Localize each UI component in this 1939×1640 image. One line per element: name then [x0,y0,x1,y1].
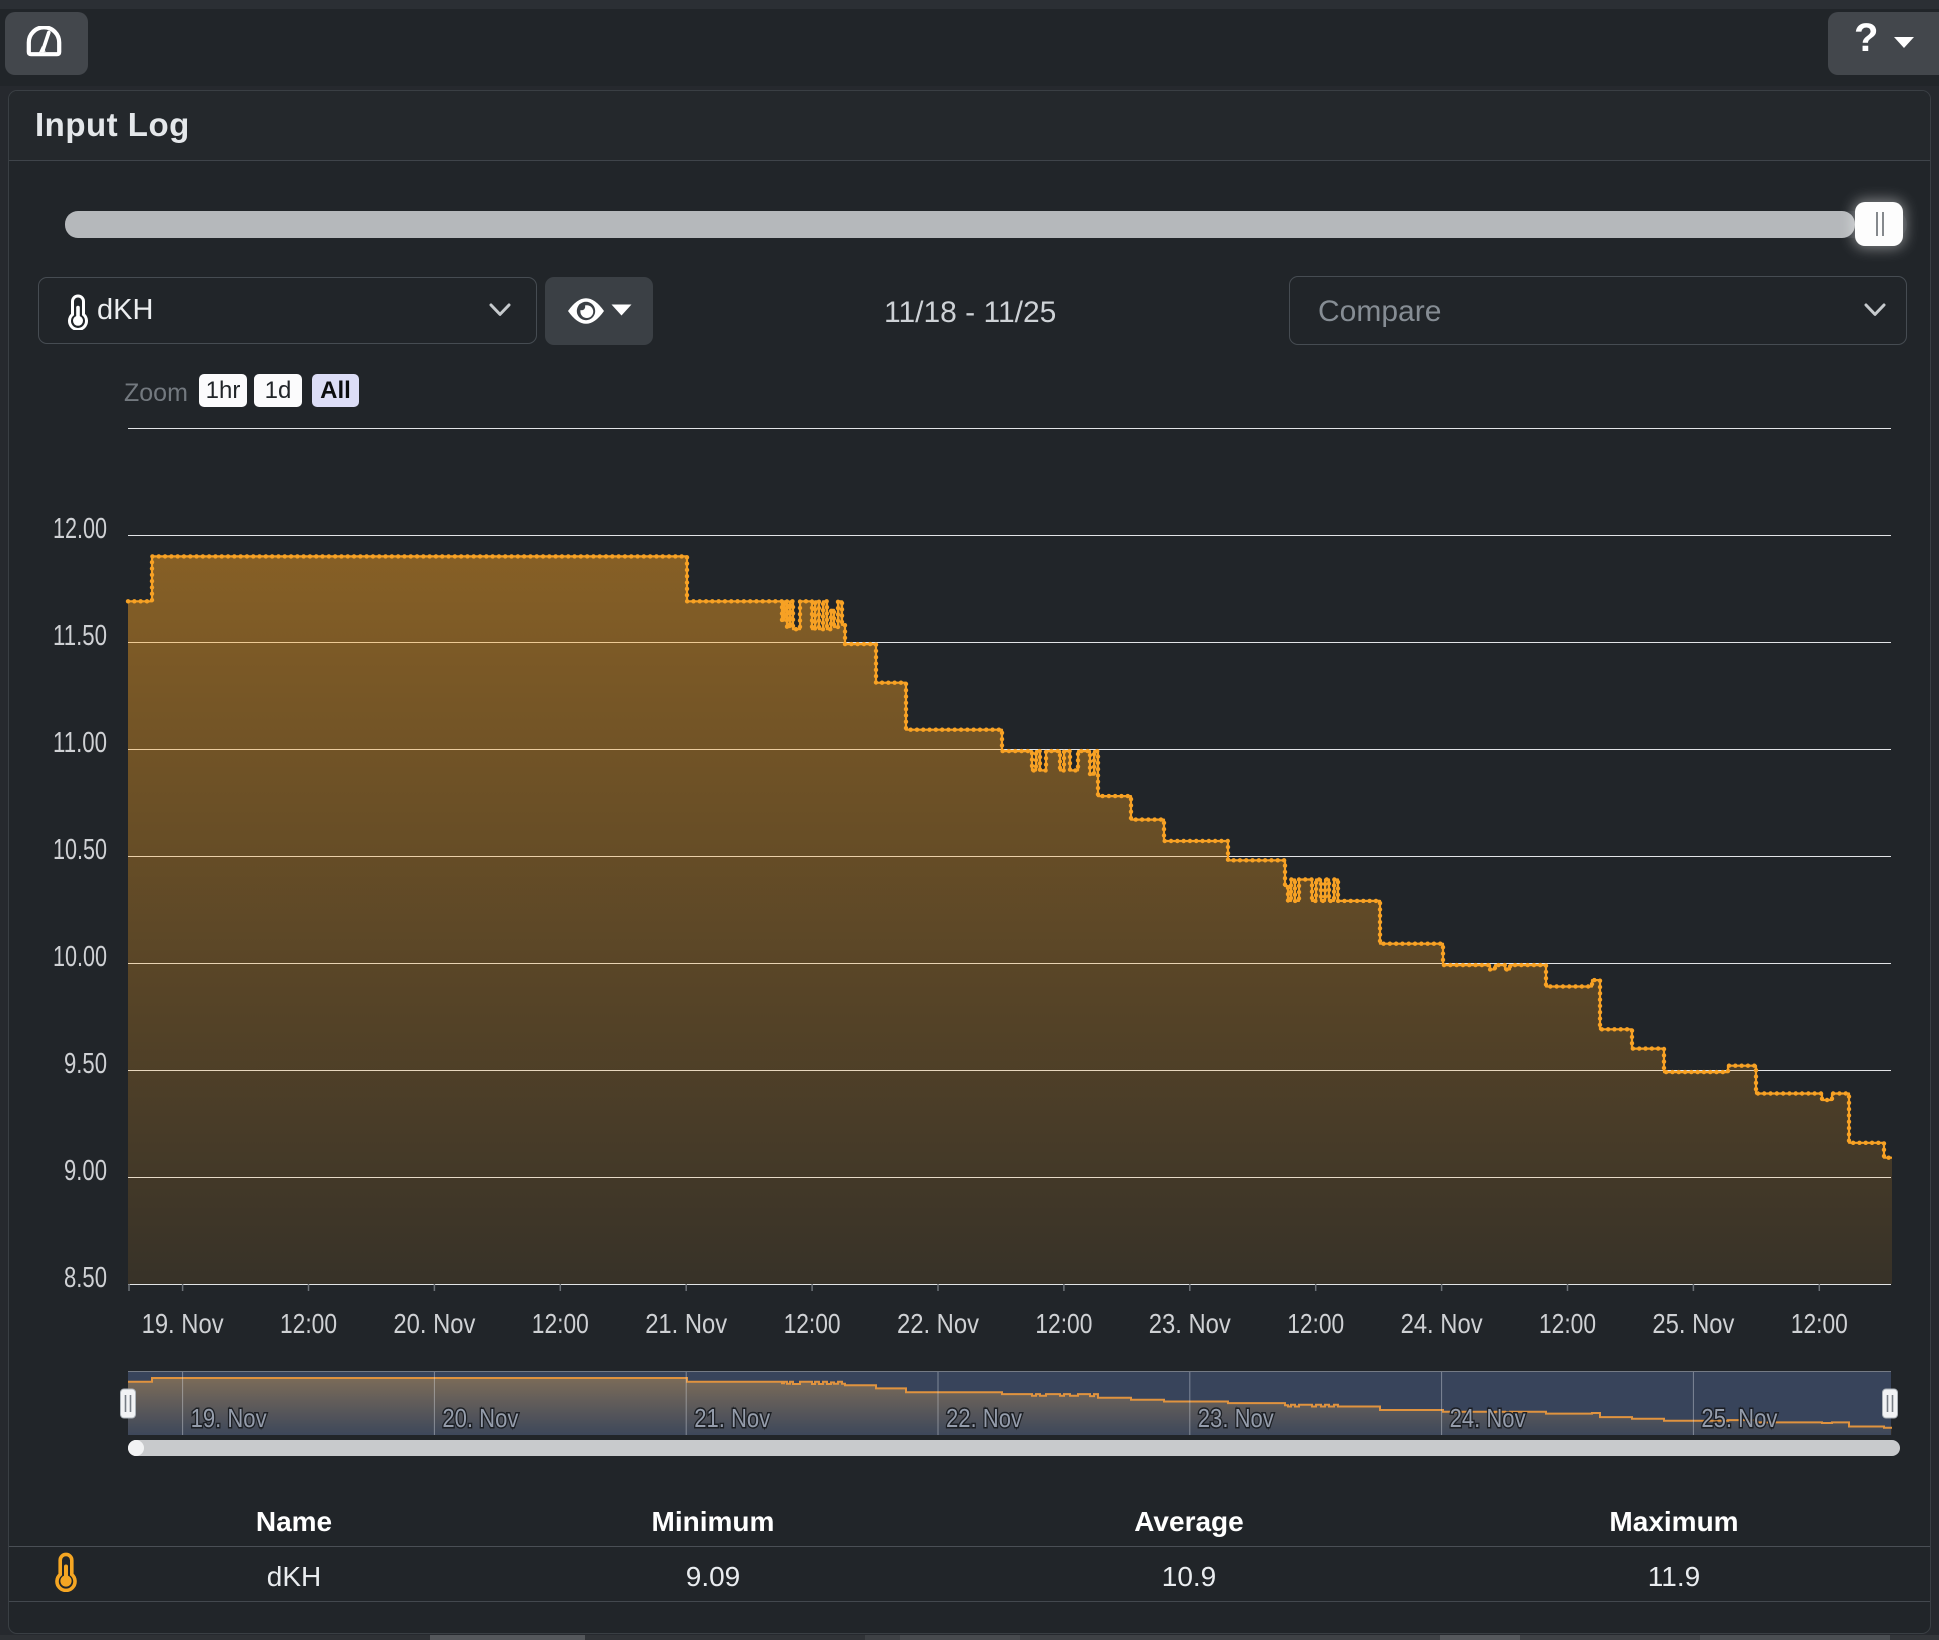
svg-text:12:00: 12:00 [784,1308,841,1339]
svg-text:9.00: 9.00 [64,1155,107,1187]
svg-text:19. Nov: 19. Nov [191,1403,267,1433]
svg-text:9.50: 9.50 [64,1048,107,1080]
svg-text:12.00: 12.00 [53,513,107,545]
svg-text:20. Nov: 20. Nov [393,1308,475,1339]
svg-text:12:00: 12:00 [1539,1308,1596,1339]
svg-text:12:00: 12:00 [1791,1308,1848,1339]
svg-text:25. Nov: 25. Nov [1652,1308,1734,1339]
svg-text:10.50: 10.50 [53,834,107,866]
svg-text:11.50: 11.50 [53,620,107,652]
svg-text:22. Nov: 22. Nov [897,1308,979,1339]
svg-text:20. Nov: 20. Nov [442,1403,518,1433]
svg-text:23. Nov: 23. Nov [1149,1308,1231,1339]
svg-text:24. Nov: 24. Nov [1450,1403,1526,1433]
svg-text:24. Nov: 24. Nov [1401,1308,1483,1339]
svg-text:21. Nov: 21. Nov [694,1403,770,1433]
svg-text:12:00: 12:00 [280,1308,337,1339]
svg-text:19. Nov: 19. Nov [142,1308,224,1339]
svg-text:21. Nov: 21. Nov [645,1308,727,1339]
svg-text:11.00: 11.00 [53,727,107,759]
svg-text:8.50: 8.50 [64,1262,107,1294]
svg-text:12:00: 12:00 [1287,1308,1344,1339]
svg-text:22. Nov: 22. Nov [946,1403,1022,1433]
svg-text:12:00: 12:00 [1035,1308,1092,1339]
svg-text:10.00: 10.00 [53,941,107,973]
svg-text:25. Nov: 25. Nov [1701,1403,1777,1433]
svg-text:23. Nov: 23. Nov [1198,1403,1274,1433]
svg-text:12:00: 12:00 [532,1308,589,1339]
